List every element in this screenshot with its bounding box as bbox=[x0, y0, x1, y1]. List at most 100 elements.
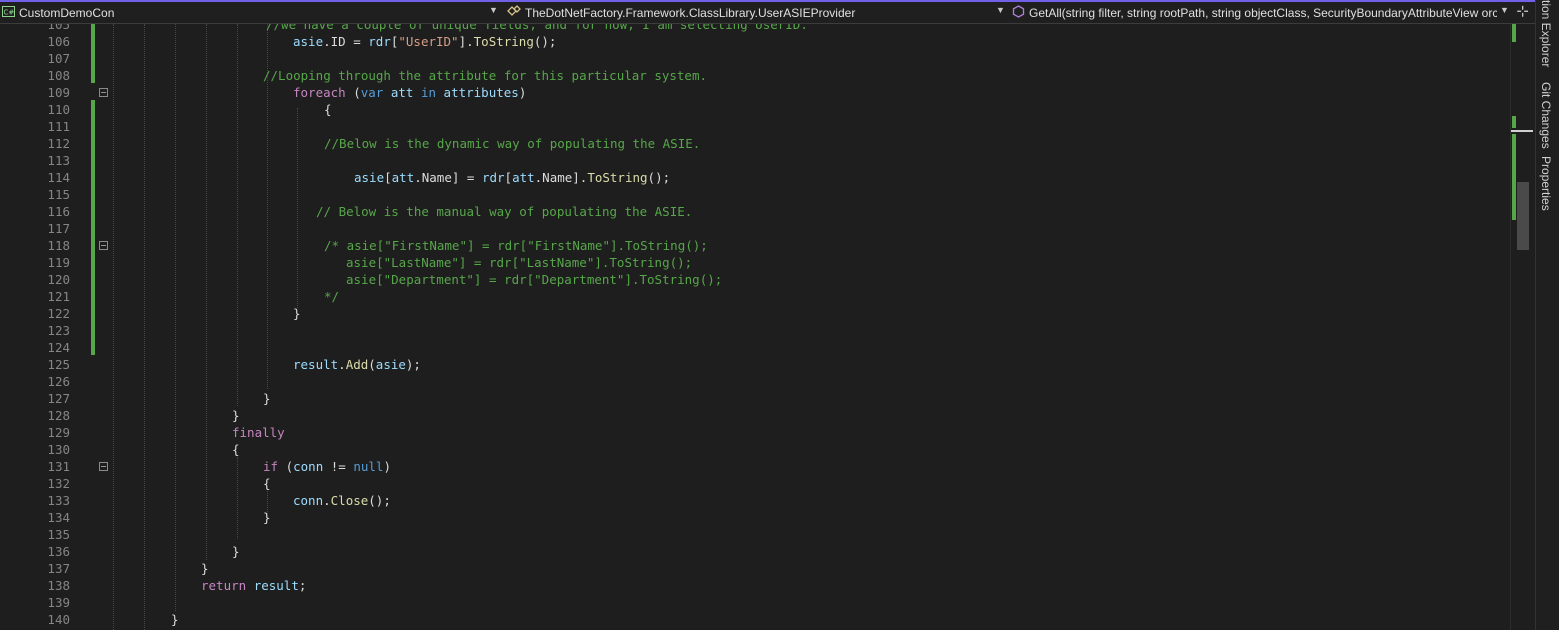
code-text[interactable]: //we have a couple of unique fields, and… bbox=[266, 24, 808, 33]
code-text[interactable]: { bbox=[232, 441, 240, 458]
code-text[interactable]: //Looping through the attribute for this… bbox=[263, 67, 707, 84]
code-line[interactable]: 132 { bbox=[0, 475, 1510, 492]
code-text[interactable]: return result; bbox=[201, 577, 306, 594]
code-token: ) bbox=[383, 459, 391, 474]
code-line[interactable]: 107 bbox=[0, 50, 1510, 67]
code-line[interactable]: 124 bbox=[0, 339, 1510, 356]
code-token: null bbox=[353, 459, 384, 474]
code-line[interactable]: 105 //we have a couple of unique fields, … bbox=[0, 24, 1510, 33]
code-text[interactable]: /* asie["FirstName"] = rdr["FirstName"].… bbox=[324, 237, 708, 254]
code-line[interactable]: 133 conn.Close(); bbox=[0, 492, 1510, 509]
code-line[interactable]: 119 asie["LastName"] = rdr["LastName"].To… bbox=[0, 254, 1510, 271]
tab-solution-explorer[interactable]: tion Explorer bbox=[1539, 0, 1553, 67]
code-text[interactable]: } bbox=[293, 305, 301, 322]
vertical-scrollbar[interactable] bbox=[1510, 24, 1533, 630]
code-line[interactable]: 136} bbox=[0, 543, 1510, 560]
code-line[interactable]: 112 //Below is the dynamic way of populat… bbox=[0, 135, 1510, 152]
code-line[interactable]: 120 asie["Department"] = rdr["Department"… bbox=[0, 271, 1510, 288]
code-line[interactable]: 117 bbox=[0, 220, 1510, 237]
code-line[interactable]: 116 // Below is the manual way of populat… bbox=[0, 203, 1510, 220]
code-line[interactable]: 110 { bbox=[0, 101, 1510, 118]
code-text[interactable]: } bbox=[263, 509, 271, 526]
code-text[interactable]: } bbox=[263, 390, 271, 407]
chevron-down-icon[interactable]: ▼ bbox=[1500, 5, 1509, 15]
code-line[interactable]: 129 finally bbox=[0, 424, 1510, 441]
code-editor[interactable]: − − − 105//we have a couple of unique fi… bbox=[0, 24, 1510, 630]
tab-properties[interactable]: Properties bbox=[1539, 156, 1553, 211]
code-line[interactable]: 113 bbox=[0, 152, 1510, 169]
code-token: att bbox=[512, 170, 535, 185]
scrollbar-caret-marker bbox=[1511, 130, 1533, 132]
code-token: (); bbox=[647, 170, 671, 185]
code-token: { bbox=[263, 476, 271, 491]
tab-git-changes[interactable]: Git Changes bbox=[1539, 82, 1553, 149]
code-line[interactable]: 127} bbox=[0, 390, 1510, 407]
split-editor-icon[interactable]: ⊹ bbox=[1516, 3, 1529, 21]
code-token: [ bbox=[384, 170, 392, 185]
code-text[interactable]: asie["LastName"] = rdr["LastName"].ToStr… bbox=[346, 254, 692, 271]
code-line[interactable]: 109 foreach (var att in attributes) bbox=[0, 84, 1510, 101]
code-text[interactable]: result.Add(asie); bbox=[293, 356, 421, 373]
code-line[interactable]: 123 bbox=[0, 322, 1510, 339]
code-line[interactable]: 125 result.Add(asie); bbox=[0, 356, 1510, 373]
chevron-down-icon[interactable]: ▼ bbox=[489, 5, 498, 15]
code-token: .ID = bbox=[323, 34, 369, 49]
code-line[interactable]: 140} bbox=[0, 611, 1510, 628]
line-number: 125 bbox=[47, 357, 70, 372]
code-text[interactable]: } bbox=[171, 611, 179, 628]
code-line[interactable]: 106 asie.ID = rdr["UserID"].ToString(); bbox=[0, 33, 1510, 50]
code-line[interactable]: 135 bbox=[0, 526, 1510, 543]
scrollbar-thumb[interactable] bbox=[1517, 182, 1529, 250]
code-line[interactable]: 134} bbox=[0, 509, 1510, 526]
code-text[interactable]: conn.Close(); bbox=[293, 492, 391, 509]
chevron-down-icon[interactable]: ▼ bbox=[996, 5, 1005, 15]
line-number: 109 bbox=[47, 85, 70, 100]
code-text[interactable]: asie["Department"] = rdr["Department"].T… bbox=[346, 271, 722, 288]
code-line[interactable]: 126 bbox=[0, 373, 1510, 390]
code-line[interactable]: 131 if (conn != null) bbox=[0, 458, 1510, 475]
code-line[interactable]: 122} bbox=[0, 305, 1510, 322]
line-number: 120 bbox=[47, 272, 70, 287]
code-text[interactable]: // Below is the manual way of populating… bbox=[316, 203, 692, 220]
code-text[interactable]: //Below is the dynamic way of populating… bbox=[324, 135, 700, 152]
code-token: != bbox=[323, 459, 354, 474]
member-dropdown[interactable]: GetAll(string filter, string rootPath, s… bbox=[1012, 2, 1497, 23]
code-token: .Name]. bbox=[534, 170, 588, 185]
line-number: 114 bbox=[47, 170, 70, 185]
code-token: //we have a couple of unique fields, and… bbox=[266, 24, 808, 32]
code-line[interactable]: 121 */ bbox=[0, 288, 1510, 305]
class-dropdown[interactable]: TheDotNetFactory.Framework.ClassLibrary.… bbox=[507, 2, 993, 23]
code-line[interactable]: 139 bbox=[0, 594, 1510, 611]
code-line[interactable]: 115 bbox=[0, 186, 1510, 203]
member-signature: GetAll(string filter, string rootPath, s… bbox=[1029, 5, 1497, 20]
code-text[interactable]: { bbox=[324, 101, 332, 118]
code-text[interactable]: asie.ID = rdr["UserID"].ToString(); bbox=[293, 33, 556, 50]
code-text[interactable]: } bbox=[232, 543, 240, 560]
code-text[interactable]: } bbox=[232, 407, 240, 424]
line-number: 115 bbox=[47, 187, 70, 202]
code-token: rdr bbox=[368, 34, 391, 49]
code-line[interactable]: 138 return result; bbox=[0, 577, 1510, 594]
code-text[interactable]: */ bbox=[324, 288, 339, 305]
project-dropdown[interactable]: C# CustomDemoCon bbox=[2, 2, 492, 23]
line-number: 131 bbox=[47, 459, 70, 474]
code-text[interactable]: { bbox=[263, 475, 271, 492]
code-text[interactable]: asie[att.Name] = rdr[att.Name].ToString(… bbox=[354, 169, 670, 186]
csharp-project-icon: C# bbox=[2, 5, 15, 20]
code-line[interactable]: 114 asie[att.Name] = rdr[att.Name].ToStri… bbox=[0, 169, 1510, 186]
line-number: 123 bbox=[47, 323, 70, 338]
code-line[interactable]: 118 /* asie["FirstName"] = rdr["FirstName… bbox=[0, 237, 1510, 254]
code-line[interactable]: 111 bbox=[0, 118, 1510, 135]
code-line[interactable]: 108 //Looping through the attribute for t… bbox=[0, 67, 1510, 84]
code-token: attributes bbox=[443, 85, 519, 100]
code-text[interactable]: foreach (var att in attributes) bbox=[293, 84, 526, 101]
scrollbar-change-marker bbox=[1512, 134, 1516, 220]
code-text[interactable]: finally bbox=[232, 424, 285, 441]
code-line[interactable]: 128} bbox=[0, 407, 1510, 424]
line-number: 122 bbox=[47, 306, 70, 321]
code-line[interactable]: 130 { bbox=[0, 441, 1510, 458]
code-text[interactable]: if (conn != null) bbox=[263, 458, 391, 475]
code-line[interactable]: 137} bbox=[0, 560, 1510, 577]
code-text[interactable]: } bbox=[201, 560, 209, 577]
